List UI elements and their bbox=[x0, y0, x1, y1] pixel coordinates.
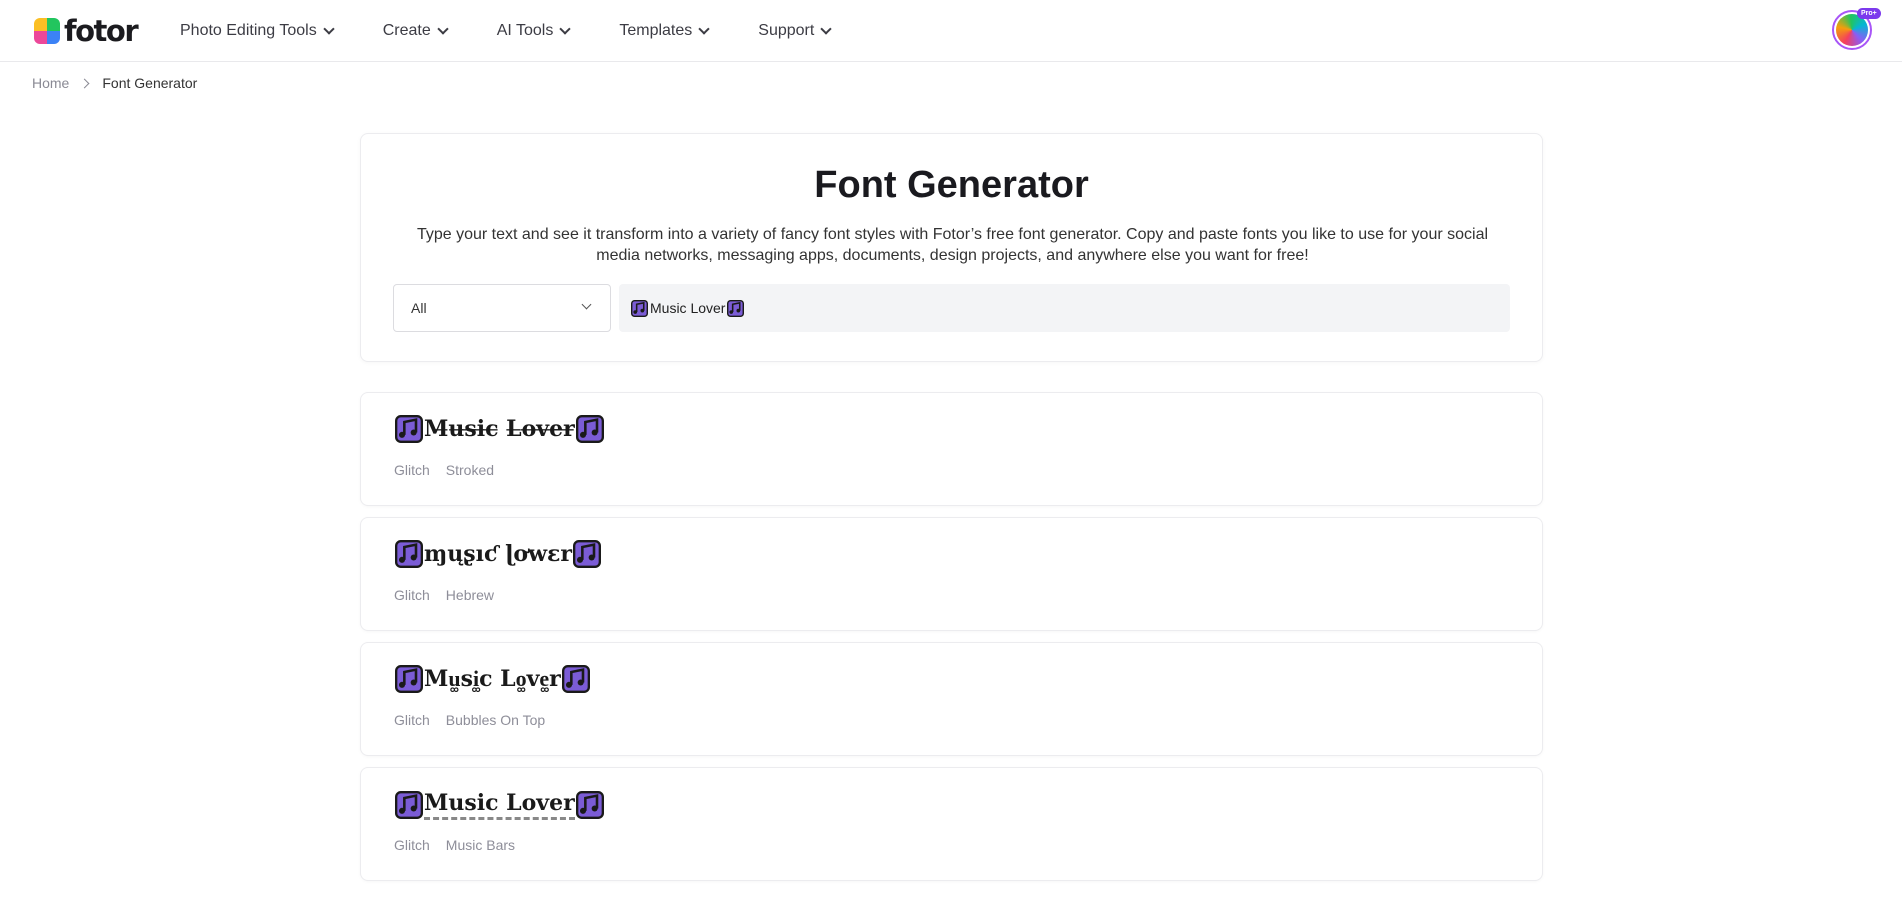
tag-bubbles-on-top[interactable]: Bubbles On Top bbox=[446, 712, 545, 728]
breadcrumb-current: Font Generator bbox=[102, 75, 198, 91]
fotor-logo-icon bbox=[34, 18, 60, 44]
chevron-right-icon bbox=[79, 78, 90, 88]
font-result-card[interactable]: M̶u̶s̶i̶c̶ L̶o̶v̶e̶r̶ Glitch Stroked bbox=[360, 392, 1543, 506]
fotor-logo[interactable]: fotor bbox=[34, 13, 139, 48]
tag-glitch[interactable]: Glitch bbox=[394, 712, 430, 728]
font-result-tags: Glitch Bubbles On Top bbox=[394, 712, 545, 728]
nav-label: Create bbox=[382, 22, 431, 39]
font-result-text: ɱųʂıƈ ɭơwɛr bbox=[395, 540, 602, 568]
page-description: Type your text and see it transform into… bbox=[416, 226, 1489, 264]
tag-music-bars[interactable]: Music Bars bbox=[446, 837, 515, 853]
logo-wordmark: fotor bbox=[64, 13, 139, 48]
top-navigation-bar: fotor Photo Editing Tools Create AI Tool… bbox=[0, 0, 1902, 62]
nav-photo-editing-tools[interactable]: Photo Editing Tools bbox=[180, 22, 335, 40]
chevron-down-icon bbox=[323, 23, 335, 35]
musical-notes-icon bbox=[575, 791, 604, 819]
musical-notes-icon bbox=[395, 791, 423, 819]
breadcrumb-home-link[interactable]: Home bbox=[32, 75, 69, 91]
font-result-text: Music Lover bbox=[395, 790, 604, 820]
styled-text: ɱųʂıƈ ɭơwɛr bbox=[424, 541, 573, 567]
font-result-tags: Glitch Hebrew bbox=[394, 587, 494, 603]
nav-label: Support bbox=[758, 22, 815, 39]
text-input[interactable]: Music Lover bbox=[619, 284, 1510, 332]
tag-hebrew[interactable]: Hebrew bbox=[446, 587, 494, 603]
category-select[interactable]: All bbox=[393, 284, 611, 332]
pro-plus-badge: Pro+ bbox=[1857, 8, 1881, 19]
musical-notes-icon bbox=[573, 540, 602, 568]
musical-notes-icon bbox=[395, 540, 423, 568]
font-result-card[interactable]: ɱųʂıƈ ɭơwɛr Glitch Hebrew bbox=[360, 517, 1543, 631]
font-result-tags: Glitch Stroked bbox=[394, 462, 494, 478]
tag-glitch[interactable]: Glitch bbox=[394, 462, 430, 478]
font-result-card[interactable]: Music Lover Glitch Music Bars bbox=[360, 767, 1543, 881]
musical-notes-icon bbox=[395, 415, 423, 443]
nav-label: Photo Editing Tools bbox=[180, 22, 317, 39]
nav-ai-tools[interactable]: AI Tools bbox=[496, 22, 572, 40]
text-input-value: Music Lover bbox=[650, 300, 726, 316]
musical-notes-icon bbox=[727, 299, 745, 317]
font-generator-panel: Font Generator Type your text and see it… bbox=[360, 133, 1543, 362]
font-result-text: Mu͚si͚c Lo͚ve͚r bbox=[395, 665, 590, 693]
musical-notes-icon bbox=[395, 665, 423, 693]
page-title: Font Generator bbox=[814, 164, 1089, 206]
chevron-down-icon bbox=[437, 23, 449, 35]
category-select-value: All bbox=[411, 300, 427, 316]
font-result-tags: Glitch Music Bars bbox=[394, 837, 515, 853]
musical-notes-icon bbox=[575, 415, 604, 443]
tag-glitch[interactable]: Glitch bbox=[394, 837, 430, 853]
nav-support[interactable]: Support bbox=[758, 22, 832, 40]
font-result-card[interactable]: Mu͚si͚c Lo͚ve͚r Glitch Bubbles On Top bbox=[360, 642, 1543, 756]
chevron-down-icon bbox=[559, 23, 572, 35]
nav-create[interactable]: Create bbox=[382, 22, 449, 40]
musical-notes-icon bbox=[561, 665, 590, 693]
chevron-down-icon bbox=[581, 299, 592, 310]
styled-text: M̶u̶s̶i̶c̶ L̶o̶v̶e̶r̶ bbox=[424, 416, 575, 442]
styled-text: Music Lover bbox=[424, 790, 575, 820]
tag-stroked[interactable]: Stroked bbox=[446, 462, 494, 478]
nav-label: AI Tools bbox=[496, 22, 554, 39]
main-nav: Photo Editing Tools Create AI Tools Temp… bbox=[180, 0, 880, 62]
styled-text: Mu͚si͚c Lo͚ve͚r bbox=[424, 666, 561, 692]
chevron-down-icon bbox=[698, 23, 710, 35]
musical-notes-icon bbox=[631, 299, 648, 317]
breadcrumb: Home Font Generator bbox=[32, 75, 197, 91]
font-result-text: M̶u̶s̶i̶c̶ L̶o̶v̶e̶r̶ bbox=[395, 415, 604, 443]
nav-label: Templates bbox=[619, 22, 693, 39]
nav-templates[interactable]: Templates bbox=[619, 22, 710, 40]
tag-glitch[interactable]: Glitch bbox=[394, 587, 430, 603]
chevron-down-icon bbox=[820, 23, 832, 35]
